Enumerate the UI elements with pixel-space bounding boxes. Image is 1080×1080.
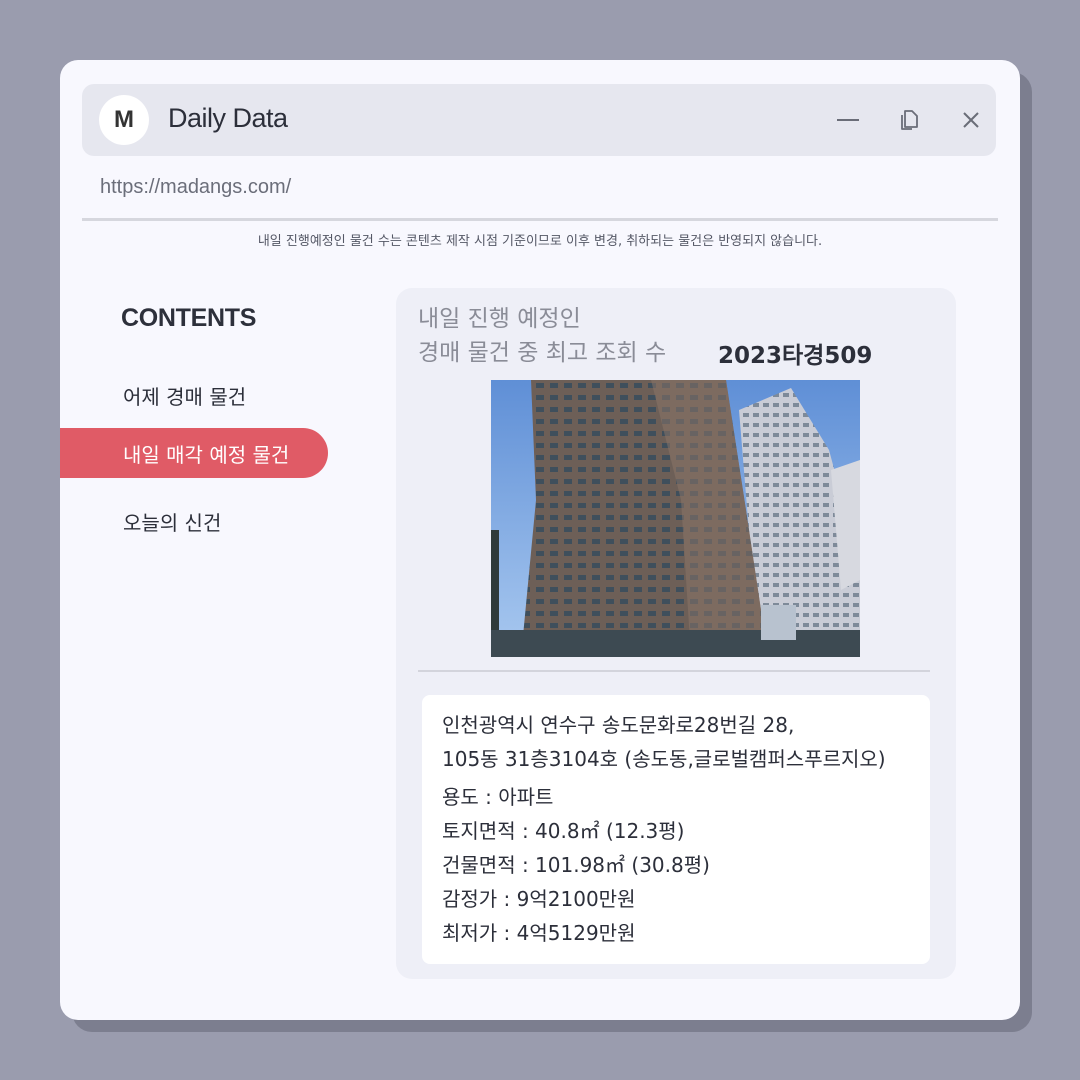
address-line1: 인천광역시 연수구 송도문화로28번길 28, bbox=[442, 713, 795, 737]
notice-text: 내일 진행예정인 물건 수는 콘텐츠 제작 시점 기준이므로 이후 변경, 취하… bbox=[257, 234, 823, 249]
app-window: M Daily Data https://madangs.com/ 내일 진행예… bbox=[60, 60, 1020, 1020]
sidebar-item-label: 내일 매각 예정 물건 bbox=[123, 442, 290, 467]
appraisal-price: 감정가 : 9억2100만원 bbox=[442, 887, 636, 911]
sidebar-item-label: 어제 경매 물건 bbox=[123, 384, 247, 409]
property-photo bbox=[491, 380, 860, 657]
restore-button[interactable] bbox=[894, 104, 926, 136]
card-heading: 내일 진행 예정인 경매 물건 중 최고 조회 수 bbox=[418, 302, 666, 370]
case-number: 2023타경509 bbox=[718, 343, 873, 369]
property-card: 내일 진행 예정인 경매 물건 중 최고 조회 수 2023타경509 인천광역… bbox=[396, 288, 956, 979]
card-heading-line2: 경매 물건 중 최고 조회 수 bbox=[418, 340, 667, 366]
app-logo: M bbox=[99, 95, 149, 145]
minimize-button[interactable] bbox=[832, 104, 864, 136]
apartment-building-image bbox=[491, 380, 860, 657]
card-heading-line1: 내일 진행 예정인 bbox=[418, 306, 581, 332]
property-usage: 용도 : 아파트 bbox=[442, 785, 554, 809]
sidebar-item-today-new[interactable]: 오늘의 신건 bbox=[60, 496, 328, 546]
sidebar-item-yesterday[interactable]: 어제 경매 물건 bbox=[60, 370, 328, 420]
address-line2: 105동 31층3104호 (송도동,글로벌캠퍼스푸르지오) bbox=[442, 747, 886, 771]
sidebar-item-label: 오늘의 신건 bbox=[123, 510, 222, 535]
minimize-icon bbox=[837, 119, 859, 121]
property-details: 인천광역시 연수구 송도문화로28번길 28, 105동 31층3104호 (송… bbox=[422, 695, 930, 964]
minimum-price: 최저가 : 4억5129만원 bbox=[442, 921, 636, 945]
sidebar-item-tomorrow[interactable]: 내일 매각 예정 물건 bbox=[60, 428, 328, 478]
address-divider bbox=[82, 218, 998, 221]
close-icon bbox=[963, 112, 979, 128]
land-area: 토지면적 : 40.8㎡ (12.3평) bbox=[442, 819, 685, 843]
card-divider bbox=[418, 670, 930, 672]
title-bar: M Daily Data bbox=[82, 84, 996, 156]
close-button[interactable] bbox=[955, 104, 987, 136]
building-area: 건물면적 : 101.98㎡ (30.8평) bbox=[442, 853, 710, 877]
app-title: Daily Data bbox=[168, 103, 288, 133]
restore-icon bbox=[901, 110, 918, 130]
property-address: 인천광역시 연수구 송도문화로28번길 28, 105동 31층3104호 (송… bbox=[442, 708, 910, 776]
address-bar[interactable]: https://madangs.com/ bbox=[100, 176, 291, 199]
sidebar-title: CONTENTS bbox=[121, 304, 257, 332]
